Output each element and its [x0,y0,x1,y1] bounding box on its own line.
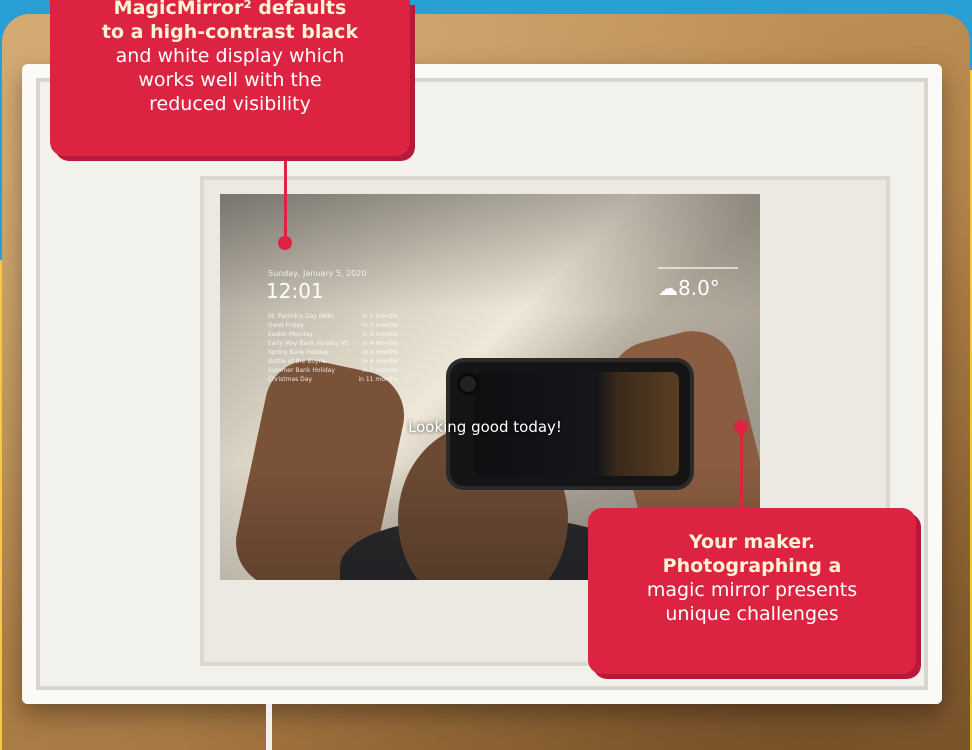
mirror-weather: ☁8.0° [658,276,720,300]
calendar-item: Easter Monday in 3 months [268,331,398,338]
callout-bottom-line2: Photographing a [662,555,842,577]
calendar-item: St. Patrick's Day (NIR) in 2 months [268,313,398,320]
calendar-item: Spring Bank Holiday in 4 months [268,349,398,356]
callout-bottom-line4: unique challenges [665,603,839,625]
calendar-item: Good Friday in 3 months [268,322,398,329]
callout-top-pointer [284,156,287,240]
callout-bottom-pointer [740,428,743,510]
mirror-time: 12:01 [266,279,324,303]
calendar-item: Battle of the Boyne in 6 months [268,358,398,365]
callout-top-line5: reduced visibility [149,93,311,115]
mirror-date: Sunday, January 5, 2020 [268,269,367,278]
callout-bottom-dot [734,420,748,434]
callout-bottom: Your maker. Photographing a magic mirror… [588,508,916,674]
callout-top: MagicMirror² defaults to a high-contrast… [50,0,410,156]
calendar-item: Summer Bank Holiday in 7 months [268,367,398,374]
callout-bottom-line3: magic mirror presents [646,579,858,601]
callout-top-dot [278,236,292,250]
mirror-compliment: Looking good today! [408,418,562,436]
mirror-calendar: St. Patrick's Day (NIR) in 2 months Good … [268,312,398,384]
mirror-temperature: 8.0° [678,276,720,300]
calendar-item: Christmas Day in 11 months [268,376,398,383]
callout-top-line1: MagicMirror² defaults [113,0,347,19]
callout-top-line4: works well with the [138,69,322,91]
callout-bottom-line1: Your maker. [688,531,816,553]
cloud-icon: ☁ [658,276,678,300]
callout-top-line2: to a high-contrast black [101,21,359,43]
callout-top-line3: and white display which [115,45,345,67]
calendar-item: Early May Bank Holiday VE in 4 months [268,340,398,347]
mirror-weather-header [658,264,738,274]
power-cable [266,704,272,750]
